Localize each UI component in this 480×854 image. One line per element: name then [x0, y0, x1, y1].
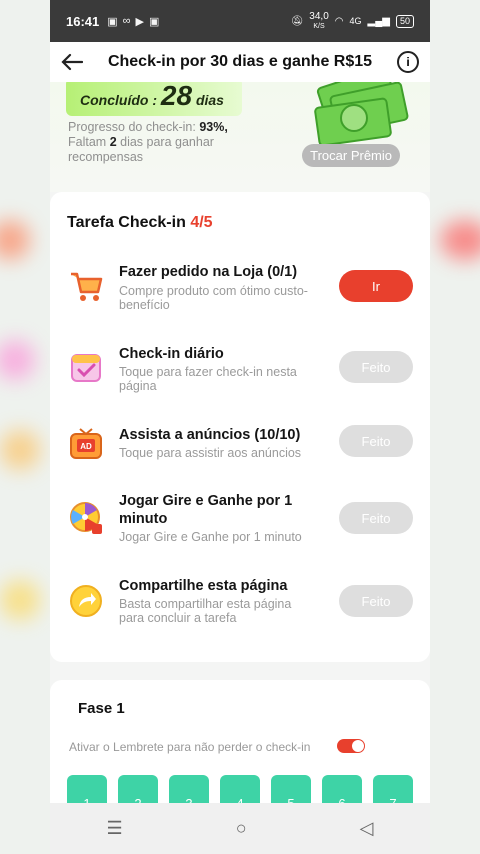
app-notification-icon: ▣ [107, 15, 118, 28]
status-bar: 16:41 ▣ ∞ ▶ ▣ 🔕︎ 34,0 K/S ◠ 4G ▂▄▆ 50 [50, 0, 430, 42]
battery-icon: 50 [395, 14, 414, 28]
app-screen: 16:41 ▣ ∞ ▶ ▣ 🔕︎ 34,0 K/S ◠ 4G ▂▄▆ 50 Ch… [50, 0, 430, 854]
remaining-days: 2 [109, 135, 117, 149]
system-nav-bar: ☰ ○ ◁ [50, 803, 430, 854]
remaining-prefix: Faltam [68, 135, 107, 149]
checkin-task-card: Tarefa Check-in 4/5 Fazer pedido na Loja… [50, 192, 430, 662]
done-button[interactable]: Feito [339, 585, 413, 617]
completed-days-unit: dias [195, 92, 224, 108]
spin-wheel-icon [68, 500, 104, 536]
task-name: Assista a anúncios (10/10) [119, 427, 301, 443]
progress-percent: 93%, [199, 120, 228, 134]
money-stack-icon [302, 82, 412, 152]
notification-icons: ▣ ∞ ▶ ▣ [107, 15, 159, 28]
task-name: Compartilhe esta página [119, 578, 288, 594]
recent-apps-icon[interactable]: ☰ [107, 818, 123, 839]
go-button[interactable]: Ir [339, 270, 413, 302]
ad-tv-icon: AD [68, 426, 104, 462]
redeem-prize-button[interactable]: Trocar Prêmio [302, 144, 400, 167]
back-triangle-icon[interactable]: ◁ [360, 818, 374, 839]
voicemail-icon: ∞ [122, 14, 131, 27]
youtube-icon: ▶ [135, 15, 144, 28]
mute-icon: 🔕︎ [290, 15, 304, 27]
task-name: Check-in diário [119, 346, 224, 362]
network-speed: 34,0 K/S [309, 10, 329, 31]
completed-label: Concluído : [80, 92, 157, 108]
task-card-title: Tarefa Check-in 4/5 [67, 214, 213, 232]
task-name: Fazer pedido na Loja (0/1) [119, 264, 298, 280]
home-icon[interactable]: ○ [236, 818, 247, 839]
task-description: Compre produto com ótimo custo-benefício [119, 284, 308, 312]
phase-title: Fase 1 [78, 700, 125, 717]
checkin-summary: Concluído : 28 dias Progresso do check-i… [50, 82, 430, 192]
reminder-toggle[interactable] [337, 739, 365, 753]
page-title: Check-in por 30 dias e ganhe R$15 [107, 53, 373, 70]
task-name: Jogar Gire e Ganhe por 1 minuto [119, 493, 293, 527]
info-glyph: i [397, 51, 419, 73]
calendar-check-icon [68, 348, 104, 384]
blurred-background-right [430, 0, 480, 854]
network-type: 4G [349, 16, 362, 26]
task-description: Basta compartilhar esta página para conc… [119, 597, 292, 625]
completed-banner: Concluído : 28 dias [66, 82, 242, 116]
top-header: Check-in por 30 dias e ganhe R$15 i [50, 42, 430, 82]
share-arrow-icon [68, 583, 104, 619]
svg-text:AD: AD [80, 442, 92, 451]
back-arrow-icon[interactable] [50, 42, 94, 82]
app-notification-icon: ▣ [148, 15, 160, 28]
wifi-icon: ◠ [334, 15, 344, 27]
progress-label: Progresso do check-in: [68, 120, 196, 134]
done-button[interactable]: Feito [339, 425, 413, 457]
task-description: Toque para fazer check-in nesta página [119, 365, 297, 393]
status-time: 16:41 [66, 13, 100, 29]
blurred-background-left [0, 0, 50, 854]
signal-icon: ▂▄▆ [367, 15, 390, 27]
done-button[interactable]: Feito [339, 351, 413, 383]
phase-card: Fase 1 Ativar o Lembrete para não perder… [50, 680, 430, 820]
reminder-label: Ativar o Lembrete para não perder o chec… [69, 740, 311, 754]
info-icon[interactable]: i [386, 42, 430, 82]
shopping-cart-icon [68, 268, 104, 304]
back-arrow-svg [61, 53, 83, 71]
speed-unit: K/S [313, 22, 325, 30]
task-count: 4/5 [190, 214, 213, 231]
progress-text: Progresso do check-in: 93%, Faltam 2 dia… [68, 120, 268, 165]
task-description: Jogar Gire e Ganhe por 1 minuto [119, 530, 302, 544]
task-card-title-text: Tarefa Check-in [67, 214, 186, 231]
done-button[interactable]: Feito [339, 502, 413, 534]
speed-value: 34,0 [309, 10, 329, 22]
completed-days-value: 28 [160, 82, 193, 111]
task-description: Toque para assistir aos anúncios [119, 446, 302, 460]
